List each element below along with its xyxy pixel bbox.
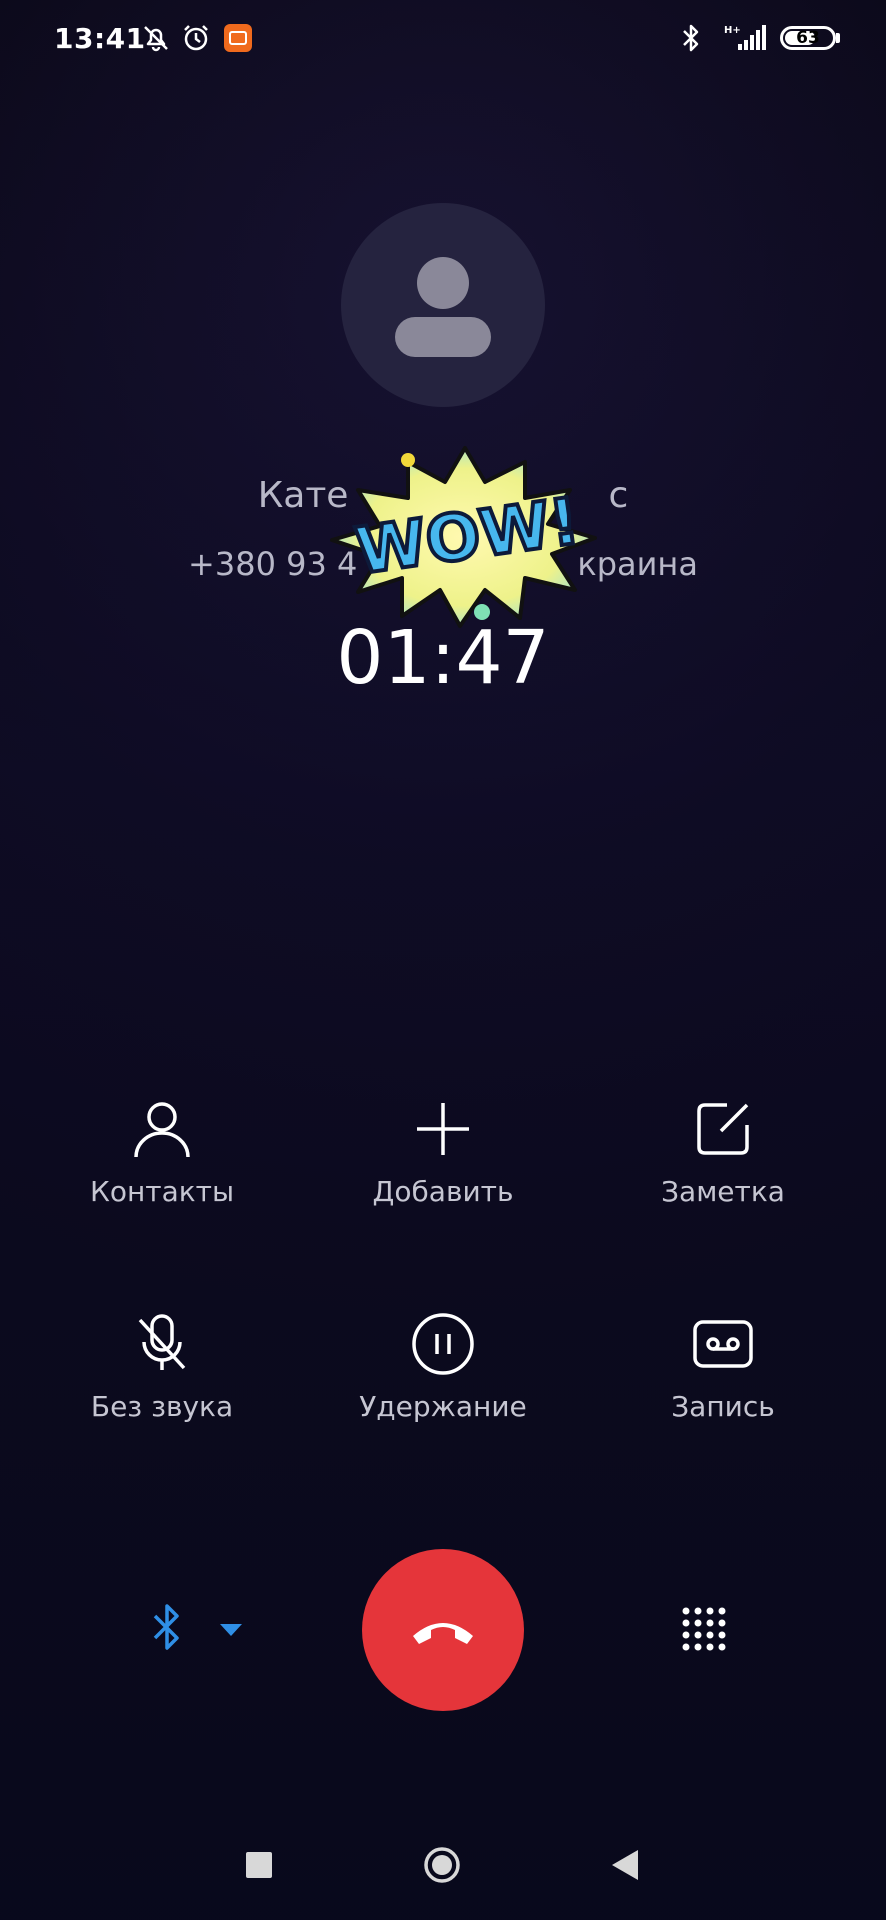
mic-off-icon <box>138 1314 186 1370</box>
mute-label: Без звука <box>90 1390 234 1423</box>
person-placeholder-icon <box>395 257 491 357</box>
person-icon <box>134 1102 190 1158</box>
record-label: Запись <box>671 1390 775 1423</box>
audio-route-button[interactable] <box>145 1600 255 1660</box>
hang-up-icon <box>413 1623 473 1644</box>
end-call-button[interactable] <box>362 1549 524 1711</box>
hold-label: Удержание <box>359 1390 527 1423</box>
contacts-button[interactable]: Контакты <box>42 1097 282 1208</box>
caller-avatar <box>341 203 545 407</box>
status-bar: 13:41 H+ 63 <box>0 0 886 80</box>
contacts-label: Контакты <box>89 1175 235 1208</box>
note-button[interactable]: Заметка <box>603 1097 843 1208</box>
add-call-label: Добавить <box>372 1175 514 1208</box>
record-icon <box>693 1320 753 1368</box>
note-label: Заметка <box>661 1175 785 1208</box>
notifications-off-icon <box>144 26 168 52</box>
caller-name-end: с <box>608 475 629 516</box>
signal-icon: H+ <box>724 25 766 50</box>
wow-sticker: WOW! <box>330 446 597 628</box>
home-nav-button[interactable] <box>423 1846 461 1884</box>
battery-icon: 63 <box>780 26 836 50</box>
back-nav-button[interactable] <box>610 1848 640 1882</box>
add-call-button[interactable]: Добавить <box>323 1097 563 1208</box>
dialpad-icon <box>682 1607 726 1651</box>
app-notification-icon <box>224 24 252 52</box>
mute-button[interactable]: Без звука <box>42 1312 282 1423</box>
battery-level: 63 <box>796 28 820 48</box>
dropdown-arrow-icon <box>220 1624 242 1636</box>
note-icon <box>697 1103 749 1155</box>
record-button[interactable]: Запись <box>603 1312 843 1423</box>
network-type: H+ <box>724 25 741 36</box>
pause-icon <box>412 1313 474 1375</box>
bluetooth-audio-icon <box>153 1604 179 1650</box>
keypad-button[interactable] <box>680 1605 728 1653</box>
plus-icon <box>417 1103 469 1155</box>
alarm-icon <box>184 25 208 51</box>
hold-button[interactable]: Удержание <box>323 1312 563 1423</box>
recents-nav-button[interactable] <box>246 1852 272 1878</box>
bluetooth-icon <box>683 24 699 52</box>
status-time: 13:41 <box>54 22 146 55</box>
